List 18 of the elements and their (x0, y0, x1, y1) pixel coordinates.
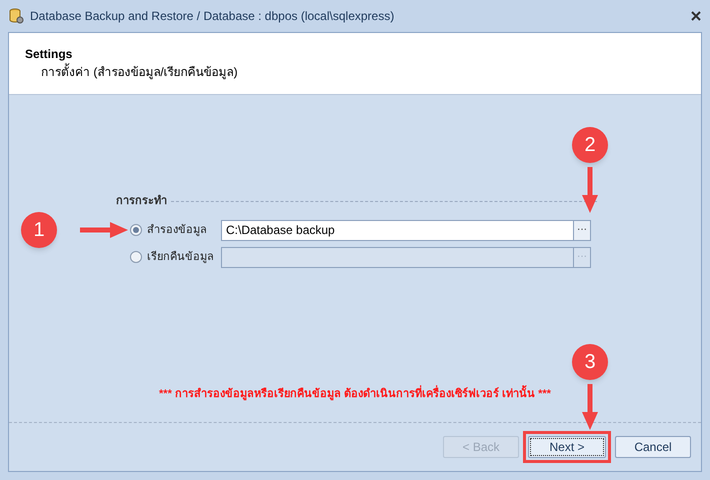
wizard-button[interactable]: Cancel (615, 436, 691, 458)
arrow-icon (80, 222, 128, 238)
radio-button[interactable] (130, 224, 142, 236)
radio-label[interactable]: เรียกคืนข้อมูล (147, 248, 221, 266)
header-title: Settings (25, 46, 72, 63)
database-icon (8, 8, 24, 24)
header-subtitle: การตั้งค่า (สำรองข้อมูล/เรียกคืนข้อมูล) (41, 63, 238, 81)
radio-label[interactable]: สำรองข้อมูล (147, 222, 221, 238)
window-title: Database Backup and Restore / Database : dbpos (local\sqlexpress) (30, 8, 394, 25)
arrow-icon (582, 167, 598, 213)
path-field[interactable]: C:\Database backup (221, 220, 574, 240)
arrow-icon (582, 384, 598, 430)
warning-text: *** การสำรองข้อมูลหรือเรียกคืนข้อมูล ต้องดำเนินการที่เครื่องเซิร์ฟเวอร์ เท่านั้น *** (159, 386, 551, 402)
close-icon[interactable] (690, 10, 702, 22)
wizard-button[interactable]: Next > (523, 431, 611, 463)
radio-button[interactable] (130, 251, 142, 263)
group-label: การกระทำ (116, 194, 167, 209)
browse-button[interactable]: ··· (574, 220, 591, 240)
